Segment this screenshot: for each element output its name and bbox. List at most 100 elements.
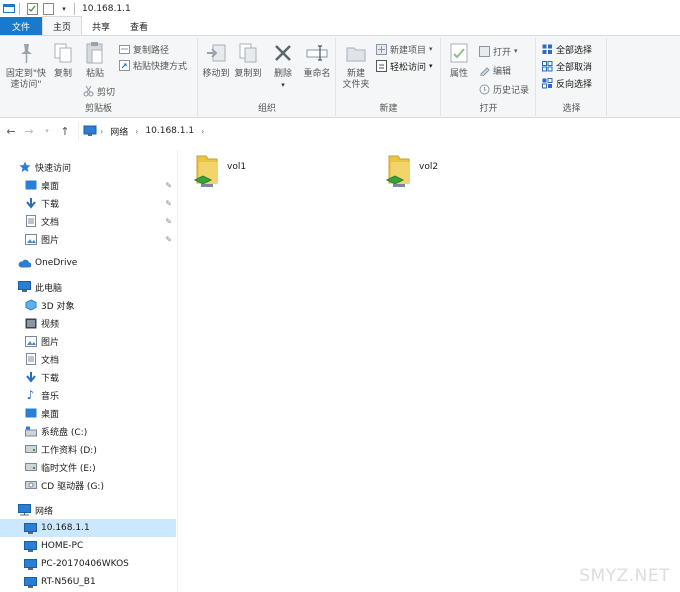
open-group-label: 打开 bbox=[479, 104, 498, 114]
sidebar-item-drive-d[interactable]: 工作资料 (D:) bbox=[24, 440, 97, 458]
sidebar-item-home-pc[interactable]: HOME-PC bbox=[24, 537, 83, 555]
sidebar-item-3d-objects[interactable]: 3D 对象 bbox=[24, 296, 75, 314]
sidebar-item-documents-pc[interactable]: 文档 bbox=[24, 350, 59, 368]
move-to-button[interactable]: 移动到 bbox=[201, 40, 231, 80]
properties-button[interactable]: 属性 bbox=[444, 40, 474, 80]
sidebar-item-host-selected[interactable]: 10.168.1.1 bbox=[0, 519, 176, 537]
paste-button[interactable]: 粘贴 bbox=[80, 40, 110, 80]
sidebar-item-downloads[interactable]: 下载 ✎ bbox=[24, 194, 178, 212]
copy-to-button[interactable]: 复制到 bbox=[233, 40, 263, 80]
sidebar-item-network[interactable]: 网络 bbox=[18, 501, 53, 519]
history-icon bbox=[478, 83, 490, 95]
sidebar-item-drive-g[interactable]: CD 驱动器 (G:) bbox=[24, 476, 104, 494]
tab-file[interactable]: 文件 bbox=[0, 17, 43, 35]
cut-button[interactable]: 剪切 bbox=[82, 84, 115, 98]
new-group: 新建 文件夹 新建项目 ▾ 轻松访问 ▾ 新建 bbox=[337, 38, 441, 116]
new-folder-label: 新建 文件夹 bbox=[342, 69, 370, 90]
history-label: 历史记录 bbox=[493, 85, 530, 96]
address-bar[interactable]: › 网络 › 10.168.1.1 › bbox=[78, 121, 680, 141]
sidebar-item-label: 临时文件 (E:) bbox=[41, 463, 96, 474]
select-none-button[interactable]: 全部取消 bbox=[541, 59, 592, 73]
desktop-icon bbox=[24, 179, 37, 192]
sidebar-item-label: 下载 bbox=[41, 199, 60, 210]
sidebar-item-desktop-pc[interactable]: 桌面 bbox=[24, 404, 59, 422]
copy-button[interactable]: 复制 bbox=[50, 40, 76, 80]
shared-folder-item[interactable]: vol1 bbox=[191, 150, 246, 190]
sidebar-item-drive-e[interactable]: 临时文件 (E:) bbox=[24, 458, 96, 476]
navigation-pane: 快速访问 桌面 ✎ 下载 ✎ 文档 ✎ 图片 ✎ OneDrive 此电脑 3D… bbox=[0, 150, 178, 592]
sidebar-item-videos[interactable]: 视频 bbox=[24, 314, 59, 332]
sidebar-item-quick-access[interactable]: 快速访问 bbox=[18, 158, 71, 176]
navigation-bar: ← → ▾ ↑ › 网络 › 10.168.1.1 › bbox=[0, 118, 680, 144]
paste-shortcut-button[interactable]: 粘贴快捷方式 bbox=[118, 58, 187, 72]
delete-button[interactable]: 删除 ▾ bbox=[271, 40, 295, 91]
computer-icon bbox=[24, 522, 37, 535]
sidebar-item-pictures-pc[interactable]: 图片 bbox=[24, 332, 59, 350]
edit-icon bbox=[478, 64, 490, 76]
picture-icon bbox=[24, 335, 37, 348]
chevron-down-icon[interactable]: ▾ bbox=[40, 124, 54, 138]
pin-icon[interactable]: ✎ bbox=[165, 217, 172, 226]
customize-quick-access-icon[interactable]: ▾ bbox=[57, 2, 71, 16]
forward-arrow-icon[interactable]: → bbox=[22, 124, 36, 138]
tab-share[interactable]: 共享 bbox=[82, 17, 120, 35]
sidebar-item-rt-n56u[interactable]: RT-N56U_B1 bbox=[24, 573, 96, 591]
breadcrumb-network[interactable]: 网络 bbox=[110, 125, 128, 138]
pin-icon[interactable]: ✎ bbox=[165, 199, 172, 208]
sidebar-item-label: CD 驱动器 (G:) bbox=[41, 481, 104, 492]
pin-quick-access-button[interactable]: 固定到"快 速访问" bbox=[4, 40, 48, 91]
sidebar-item-label: 系统盘 (C:) bbox=[41, 427, 88, 438]
edit-button[interactable]: 编辑 bbox=[478, 63, 511, 77]
chevron-down-icon: ▾ bbox=[429, 62, 433, 70]
sidebar-item-label: 文档 bbox=[41, 217, 60, 228]
sidebar-item-this-pc[interactable]: 此电脑 bbox=[18, 278, 62, 296]
rename-button[interactable]: 重命名 bbox=[301, 40, 333, 80]
new-item-icon bbox=[375, 43, 387, 55]
file-list: vol1 vol2 SMYZ.NET bbox=[179, 146, 680, 592]
folder-name: vol2 bbox=[419, 162, 439, 172]
sidebar-item-label: 桌面 bbox=[41, 409, 60, 420]
new-item-button[interactable]: 新建项目 ▾ bbox=[375, 42, 433, 56]
sidebar-item-downloads-pc[interactable]: 下载 bbox=[24, 368, 59, 386]
sidebar-item-desktop[interactable]: 桌面 ✎ bbox=[24, 176, 178, 194]
cd-drive-icon bbox=[24, 479, 37, 492]
copy-path-icon bbox=[118, 43, 130, 55]
invert-selection-button[interactable]: 反向选择 bbox=[541, 76, 592, 90]
history-button[interactable]: 历史记录 bbox=[478, 82, 529, 96]
download-arrow-icon bbox=[24, 197, 37, 210]
select-all-button[interactable]: 全部选择 bbox=[541, 42, 592, 56]
shared-folder-icon bbox=[383, 150, 415, 190]
sidebar-item-label: 10.168.1.1 bbox=[41, 523, 90, 533]
sidebar-item-drive-c[interactable]: 系统盘 (C:) bbox=[24, 422, 87, 440]
ribbon-tabs: 文件 主页 共享 查看 bbox=[0, 16, 680, 36]
sidebar-item-documents[interactable]: 文档 ✎ bbox=[24, 212, 178, 230]
easy-access-button[interactable]: 轻松访问 ▾ bbox=[375, 59, 433, 73]
pin-icon[interactable]: ✎ bbox=[165, 181, 172, 190]
up-arrow-icon[interactable]: ↑ bbox=[58, 124, 72, 138]
download-arrow-icon bbox=[24, 371, 37, 384]
new-folder-quick-icon[interactable] bbox=[41, 2, 55, 16]
breadcrumb-host[interactable]: 10.168.1.1 bbox=[145, 126, 194, 136]
move-to-label: 移动到 bbox=[202, 69, 230, 79]
open-button[interactable]: 打开 ▾ bbox=[478, 44, 518, 58]
new-folder-button[interactable]: 新建 文件夹 bbox=[339, 40, 373, 91]
properties-quick-icon[interactable] bbox=[25, 2, 39, 16]
clipboard-group-label: 剪贴板 bbox=[84, 104, 112, 114]
drive-icon bbox=[24, 461, 37, 474]
paste-shortcut-label: 粘贴快捷方式 bbox=[133, 61, 188, 72]
pin-icon[interactable]: ✎ bbox=[165, 235, 172, 244]
move-to-icon bbox=[203, 40, 229, 66]
sidebar-item-pc-20170406wkos[interactable]: PC-20170406WKOS bbox=[24, 555, 129, 573]
shared-folder-item[interactable]: vol2 bbox=[383, 150, 438, 190]
cloud-icon bbox=[18, 257, 31, 270]
sidebar-item-pictures[interactable]: 图片 ✎ bbox=[24, 230, 178, 248]
cut-label: 剪切 bbox=[97, 87, 116, 98]
sidebar-item-music[interactable]: ♪ 音乐 bbox=[24, 386, 59, 404]
tab-home[interactable]: 主页 bbox=[42, 16, 83, 35]
easy-access-icon bbox=[375, 60, 387, 72]
sidebar-item-onedrive[interactable]: OneDrive bbox=[18, 254, 77, 272]
copy-path-button[interactable]: 复制路径 bbox=[118, 42, 169, 56]
back-arrow-icon[interactable]: ← bbox=[4, 124, 18, 138]
system-drive-icon bbox=[24, 425, 37, 438]
tab-view[interactable]: 查看 bbox=[120, 17, 158, 35]
